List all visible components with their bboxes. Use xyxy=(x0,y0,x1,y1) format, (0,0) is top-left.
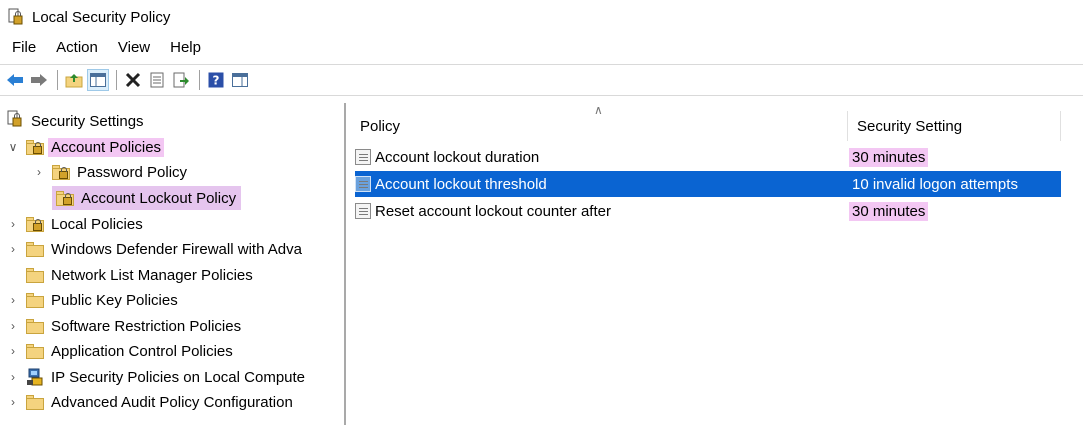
chevron-right-icon[interactable]: › xyxy=(6,370,20,384)
column-header-security-setting[interactable]: Security Setting xyxy=(857,111,962,141)
ip-security-icon xyxy=(26,368,44,386)
tree-label: IP Security Policies on Local Compute xyxy=(51,368,306,386)
tree-label: Account Lockout Policy xyxy=(81,189,237,207)
list-row[interactable]: Reset account lockout counter after 30 m… xyxy=(355,198,1061,224)
chevron-right-icon[interactable]: › xyxy=(32,165,46,179)
help-icon[interactable]: ? xyxy=(205,69,227,91)
tree-node-local-policies[interactable]: › Local Policies xyxy=(6,212,146,236)
delete-icon[interactable] xyxy=(122,69,144,91)
tree-node-account-lockout-policy[interactable]: Account Lockout Policy xyxy=(52,186,242,210)
chevron-right-icon[interactable]: › xyxy=(6,319,20,333)
folder-icon xyxy=(26,292,44,308)
locked-folder-icon xyxy=(26,139,44,155)
tree-label: Account Policies xyxy=(48,137,165,157)
policy-name: Account lockout threshold xyxy=(375,175,547,193)
back-arrow-icon[interactable] xyxy=(4,69,26,91)
tree-label: Windows Defender Firewall with Adva xyxy=(51,240,302,258)
column-divider[interactable] xyxy=(847,111,848,141)
tree-node-security-settings[interactable]: Security Settings xyxy=(6,109,147,133)
toolbar-separator xyxy=(199,70,200,90)
policy-setting: 30 minutes xyxy=(849,147,929,167)
toolbar-separator xyxy=(57,70,58,90)
title-bar: Local Security Policy xyxy=(0,0,1083,34)
tree-node-network-list[interactable]: Network List Manager Policies xyxy=(6,263,256,287)
tree-label: Network List Manager Policies xyxy=(51,266,253,284)
tree-label: Password Policy xyxy=(77,163,188,181)
show-hide-console-tree-icon[interactable] xyxy=(87,69,109,91)
menu-view[interactable]: View xyxy=(106,39,158,56)
chevron-right-icon[interactable]: › xyxy=(6,217,20,231)
up-folder-icon[interactable] xyxy=(63,69,85,91)
export-list-icon[interactable] xyxy=(170,69,192,91)
column-header-policy[interactable]: Policy xyxy=(360,111,400,141)
policy-setting: 10 invalid logon attempts xyxy=(852,175,1018,193)
tree-node-password-policy[interactable]: › Password Policy xyxy=(32,160,190,184)
column-divider[interactable] xyxy=(1060,111,1061,141)
tree-label: Public Key Policies xyxy=(51,291,178,309)
show-action-pane-icon[interactable] xyxy=(229,69,251,91)
tree-node-software-restriction[interactable]: › Software Restriction Policies xyxy=(6,314,244,338)
toolbar: ? xyxy=(0,64,1083,96)
locked-folder-icon xyxy=(52,164,70,180)
policy-list: ∧ Policy Security Setting Account lockou… xyxy=(347,103,1083,425)
policy-icon xyxy=(355,176,371,192)
folder-icon xyxy=(26,318,44,334)
chevron-right-icon[interactable]: › xyxy=(6,242,20,256)
policy-name: Reset account lockout counter after xyxy=(375,202,611,220)
folder-icon xyxy=(26,394,44,410)
sort-ascending-icon: ∧ xyxy=(594,103,603,117)
console-tree: Security Settings ∨ Account Policies › P… xyxy=(0,103,346,425)
tree-node-application-control[interactable]: › Application Control Policies xyxy=(6,339,236,363)
policy-icon xyxy=(355,203,371,219)
tree-node-advanced-audit[interactable]: › Advanced Audit Policy Configuration xyxy=(6,390,296,414)
chevron-right-icon[interactable]: › xyxy=(6,395,20,409)
menu-action[interactable]: Action xyxy=(44,39,106,56)
folder-icon xyxy=(26,267,44,283)
policy-name: Account lockout duration xyxy=(375,148,540,166)
toolbar-separator xyxy=(116,70,117,90)
chevron-down-icon[interactable]: ∨ xyxy=(6,140,20,154)
menu-file[interactable]: File xyxy=(0,39,44,56)
chevron-right-icon[interactable]: › xyxy=(6,344,20,358)
tree-node-public-key[interactable]: › Public Key Policies xyxy=(6,288,181,312)
folder-icon xyxy=(26,343,44,359)
locked-folder-icon xyxy=(56,190,74,206)
properties-icon[interactable] xyxy=(146,69,168,91)
svg-text:?: ? xyxy=(213,74,220,88)
list-row-selected[interactable]: Account lockout threshold 10 invalid log… xyxy=(355,171,1061,197)
tree-label: Local Policies xyxy=(51,215,143,233)
tree-node-account-policies[interactable]: ∨ Account Policies xyxy=(6,135,165,159)
tree-label: Advanced Audit Policy Configuration xyxy=(51,393,293,411)
forward-arrow-icon[interactable] xyxy=(28,69,50,91)
tree-node-ip-security[interactable]: › IP Security Policies on Local Compute xyxy=(6,365,308,389)
folder-icon xyxy=(26,241,44,257)
list-row[interactable]: Account lockout duration 30 minutes xyxy=(355,144,1061,170)
security-settings-icon xyxy=(6,110,28,132)
tree-label: Software Restriction Policies xyxy=(51,317,242,335)
menu-bar: File Action View Help xyxy=(0,35,209,59)
tree-label: Security Settings xyxy=(31,112,144,130)
locked-folder-icon xyxy=(26,216,44,232)
policy-setting: 30 minutes xyxy=(849,201,929,221)
security-policy-app-icon xyxy=(6,8,24,26)
window-title: Local Security Policy xyxy=(32,8,171,26)
tree-label: Application Control Policies xyxy=(51,342,233,360)
policy-icon xyxy=(355,149,371,165)
menu-help[interactable]: Help xyxy=(158,39,209,56)
chevron-right-icon[interactable]: › xyxy=(6,293,20,307)
tree-node-firewall[interactable]: › Windows Defender Firewall with Adva xyxy=(6,237,305,261)
